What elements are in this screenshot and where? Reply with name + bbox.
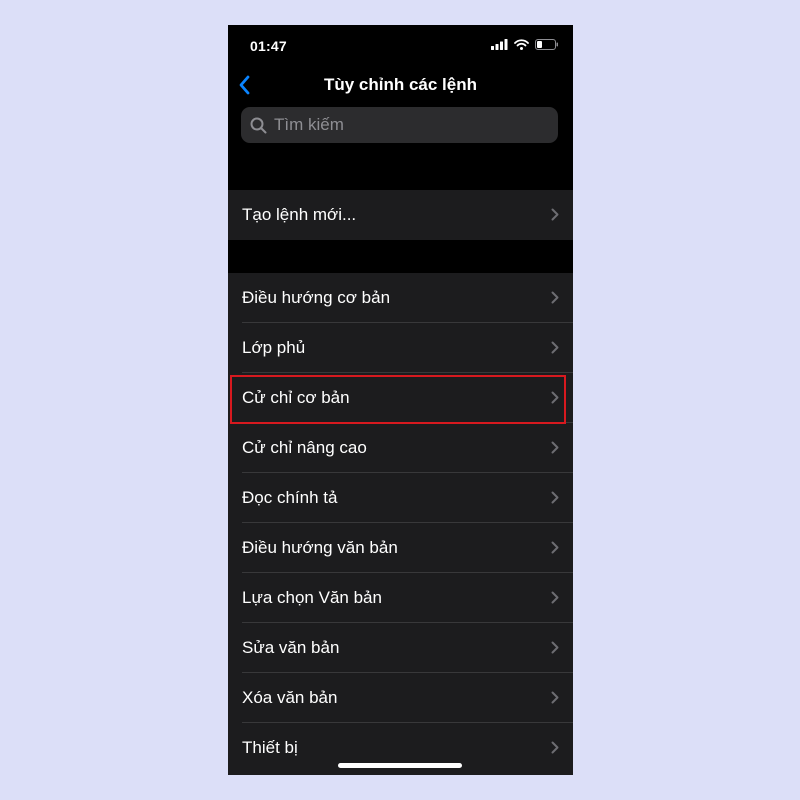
list-item-label: Thiết bị <box>242 738 298 757</box>
chevron-right-icon <box>551 291 559 304</box>
list-item-label: Tạo lệnh mới... <box>242 205 357 224</box>
search-icon <box>250 117 267 133</box>
chevron-right-icon <box>551 691 559 704</box>
list-item[interactable]: Điều hướng văn bản <box>228 523 573 573</box>
group-commands: Điều hướng cơ bản Lớp phủ Cử chỉ cơ bản … <box>228 273 573 775</box>
battery-icon <box>535 39 558 50</box>
chevron-right-icon <box>551 208 559 221</box>
chevron-right-icon <box>551 541 559 554</box>
chevron-right-icon <box>551 641 559 654</box>
list-item-label: Cử chỉ nâng cao <box>242 438 367 457</box>
search-input[interactable] <box>272 114 546 136</box>
page-title: Tùy chỉnh các lệnh <box>323 75 478 94</box>
chevron-right-icon <box>551 341 559 354</box>
list-item-new-command[interactable]: Tạo lệnh mới... <box>228 190 573 240</box>
wifi-icon <box>514 39 529 50</box>
status-bar: 01:47 <box>228 25 573 67</box>
list-item-label: Lớp phủ <box>242 338 306 357</box>
list-item[interactable]: Điều hướng cơ bản <box>228 273 573 323</box>
search-bar[interactable] <box>241 107 558 143</box>
list-item-label: Điều hướng văn bản <box>242 538 398 557</box>
chevron-right-icon <box>551 391 559 404</box>
home-indicator <box>338 763 462 768</box>
status-time: 01:47 <box>250 38 287 54</box>
group-new-command: Tạo lệnh mới... <box>228 190 573 240</box>
status-icons <box>491 39 559 50</box>
navigation-bar: Tùy chỉnh các lệnh <box>228 67 573 103</box>
list-item-label: Sửa văn bản <box>242 638 340 657</box>
phone-screen: 01:47 Tùy chỉnh các lệnh Tìm kiếm Tạo lệ… <box>228 25 573 775</box>
list-item[interactable]: Lớp phủ <box>228 323 573 373</box>
list-item[interactable]: Sửa văn bản <box>228 623 573 673</box>
list-item-label: Điều hướng cơ bản <box>242 288 391 307</box>
list-item[interactable]: Lựa chọn Văn bản <box>228 573 573 623</box>
chevron-right-icon <box>551 591 559 604</box>
chevron-right-icon <box>551 491 559 504</box>
list-item[interactable]: Đọc chính tả <box>228 473 573 523</box>
list-item-label: Đọc chính tả <box>242 488 338 507</box>
list-item[interactable]: Xóa văn bản <box>228 673 573 723</box>
chevron-right-icon <box>551 741 559 754</box>
cellular-signal-icon <box>491 39 508 50</box>
list-item-label: Cử chỉ cơ bản <box>242 388 350 407</box>
list-item-label: Xóa văn bản <box>242 688 338 707</box>
list-item-highlighted[interactable]: Cử chỉ cơ bản <box>228 373 573 423</box>
chevron-right-icon <box>551 441 559 454</box>
list-item-label: Lựa chọn Văn bản <box>242 588 382 607</box>
list-item[interactable]: Cử chỉ nâng cao <box>228 423 573 473</box>
